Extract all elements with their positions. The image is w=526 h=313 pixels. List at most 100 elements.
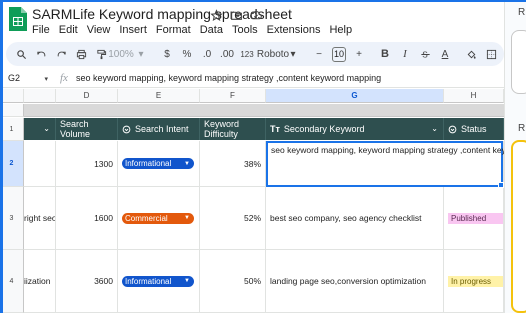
font-select[interactable]: Roboto — [257, 45, 289, 63]
header-label: Secondary Keyword — [283, 124, 365, 134]
name-box[interactable]: G2 ▾ — [0, 73, 52, 83]
active-cell-g2[interactable]: seo keyword mapping, keyword mapping str… — [266, 141, 504, 187]
frozen-row-divider — [24, 104, 504, 117]
cloud-saved-icon[interactable] — [249, 8, 263, 22]
header-keyword-difficulty[interactable]: Keyword Difficulty — [200, 118, 266, 140]
header-label: Keyword Difficulty — [204, 119, 240, 139]
number-format-button[interactable]: 123 — [240, 45, 254, 63]
table-cell-partial[interactable] — [24, 141, 56, 187]
print-icon[interactable] — [74, 45, 88, 63]
menu-file[interactable]: File — [32, 24, 50, 36]
decrease-decimal-button[interactable]: .0 — [200, 45, 214, 63]
menu-data[interactable]: Data — [200, 24, 223, 36]
header-secondary-keyword[interactable]: Tт Secondary Keyword ⌄ — [266, 118, 444, 140]
row-header-4[interactable]: 4 — [0, 250, 24, 313]
header-search-volume[interactable]: Search Volume — [56, 118, 118, 140]
header-cell-c[interactable]: ⌄ — [24, 118, 56, 140]
table-cell-volume[interactable]: 1600 — [56, 187, 118, 250]
formula-bar: G2 ▾ fx seo keyword mapping, keyword map… — [0, 69, 504, 88]
zoom-chevron-icon[interactable]: ▾ — [134, 45, 148, 63]
table-cell-secondary-keyword[interactable]: landing page seo,conversion optimization — [266, 250, 444, 313]
percent-format-button[interactable]: % — [180, 45, 194, 63]
menu-edit[interactable]: Edit — [59, 24, 78, 36]
table-cell-intent[interactable]: Commercial ▼ — [118, 187, 200, 250]
header-status[interactable]: Status — [444, 118, 504, 140]
increase-font-size-button[interactable]: + — [352, 45, 366, 63]
strikethrough-icon[interactable]: S — [418, 45, 432, 63]
move-to-folder-icon[interactable] — [229, 8, 243, 22]
menu-insert[interactable]: Insert — [119, 24, 147, 36]
table-cell-intent[interactable]: Informational ▼ — [118, 250, 200, 313]
chip-dropdown-icon[interactable]: ▼ — [184, 215, 190, 221]
star-icon[interactable] — [209, 8, 223, 22]
table-cell-volume[interactable]: 3600 — [56, 250, 118, 313]
fill-color-icon[interactable] — [464, 45, 478, 63]
side-panel-highlight-card[interactable] — [511, 140, 526, 313]
column-header-g[interactable]: G — [266, 89, 444, 103]
table-cell-partial[interactable]: right seo c — [24, 187, 56, 250]
intent-chip[interactable]: Informational ▼ — [122, 275, 194, 287]
row-header-1[interactable]: 1 — [0, 118, 24, 141]
side-panel-label: R — [518, 7, 526, 18]
dropdown-column-icon — [448, 125, 457, 134]
table-cell-intent[interactable]: Informational ▼ — [118, 141, 200, 187]
paint-format-icon[interactable] — [94, 45, 108, 63]
bold-button[interactable]: B — [378, 45, 392, 63]
column-header-e[interactable]: E — [118, 89, 200, 103]
currency-format-button[interactable]: $ — [160, 45, 174, 63]
intent-chip[interactable]: Commercial ▼ — [122, 212, 194, 224]
chip-dropdown-icon[interactable]: ▼ — [184, 278, 190, 284]
italic-button[interactable]: I — [398, 45, 412, 63]
table-cell-difficulty[interactable]: 50% — [200, 250, 266, 313]
table-cell-secondary-keyword[interactable]: best seo company, seo agency checklist — [266, 187, 444, 250]
formula-input[interactable]: seo keyword mapping, keyword mapping str… — [76, 73, 381, 83]
status-chip[interactable]: Published — [448, 212, 503, 224]
font-size-input[interactable]: 10 — [332, 46, 346, 62]
select-all-corner[interactable] — [0, 89, 24, 103]
table-cell-status[interactable]: Published — [444, 187, 504, 250]
table-cell-difficulty[interactable]: 52% — [200, 187, 266, 250]
intent-chip-label: Informational — [125, 276, 172, 286]
chip-dropdown-icon[interactable]: ▼ — [184, 161, 190, 167]
undo-icon[interactable] — [34, 45, 48, 63]
fill-handle[interactable] — [498, 182, 504, 188]
column-header-d[interactable]: D — [56, 89, 118, 103]
menu-format[interactable]: Format — [156, 24, 191, 36]
sheets-logo-icon[interactable] — [8, 6, 28, 32]
table-cell-volume[interactable]: 1300 — [56, 141, 118, 187]
row-header-2[interactable]: 2 — [0, 141, 24, 187]
menu-help[interactable]: Help — [329, 24, 352, 36]
name-box-chevron-icon[interactable]: ▾ — [45, 76, 49, 83]
column-header-f[interactable]: F — [200, 89, 266, 103]
decrease-font-size-button[interactable]: − — [312, 45, 326, 63]
menu-view[interactable]: View — [87, 24, 111, 36]
menu-extensions[interactable]: Extensions — [267, 24, 321, 36]
redo-icon[interactable] — [54, 45, 68, 63]
row-header-frozen[interactable] — [0, 104, 24, 117]
text-color-button[interactable]: A — [438, 45, 452, 63]
column-filter-chevron-icon[interactable]: ⌄ — [431, 124, 438, 134]
menu-tools[interactable]: Tools — [232, 24, 258, 36]
table-cell-partial[interactable]: iization — [24, 250, 56, 313]
table-cell-difficulty[interactable]: 38% — [200, 141, 266, 187]
increase-decimal-button[interactable]: .00 — [220, 45, 234, 63]
column-header-h[interactable]: H — [444, 89, 504, 103]
intent-chip[interactable]: Informational ▼ — [122, 158, 194, 169]
text-color-label: A — [441, 48, 449, 60]
zoom-select[interactable]: 100% — [108, 45, 134, 63]
header-search-intent[interactable]: Search Intent — [118, 118, 200, 140]
header-label: Search Volume — [60, 119, 91, 139]
side-panel-label: R — [518, 123, 526, 134]
header-label: Search Intent — [135, 124, 189, 134]
column-header-c[interactable] — [24, 89, 56, 103]
fx-icon: fx — [60, 72, 68, 84]
status-chip[interactable]: In progress — [448, 275, 503, 287]
column-filter-chevron-icon[interactable]: ⌄ — [43, 124, 50, 134]
side-panel-card[interactable] — [511, 30, 526, 94]
intent-chip-label: Commercial — [125, 213, 168, 223]
search-menus-icon[interactable] — [14, 45, 28, 63]
table-cell-status[interactable]: In progress — [444, 250, 504, 313]
font-chevron-icon[interactable]: ▾ — [286, 45, 300, 63]
row-header-3[interactable]: 3 — [0, 187, 24, 250]
borders-icon[interactable] — [484, 45, 498, 63]
